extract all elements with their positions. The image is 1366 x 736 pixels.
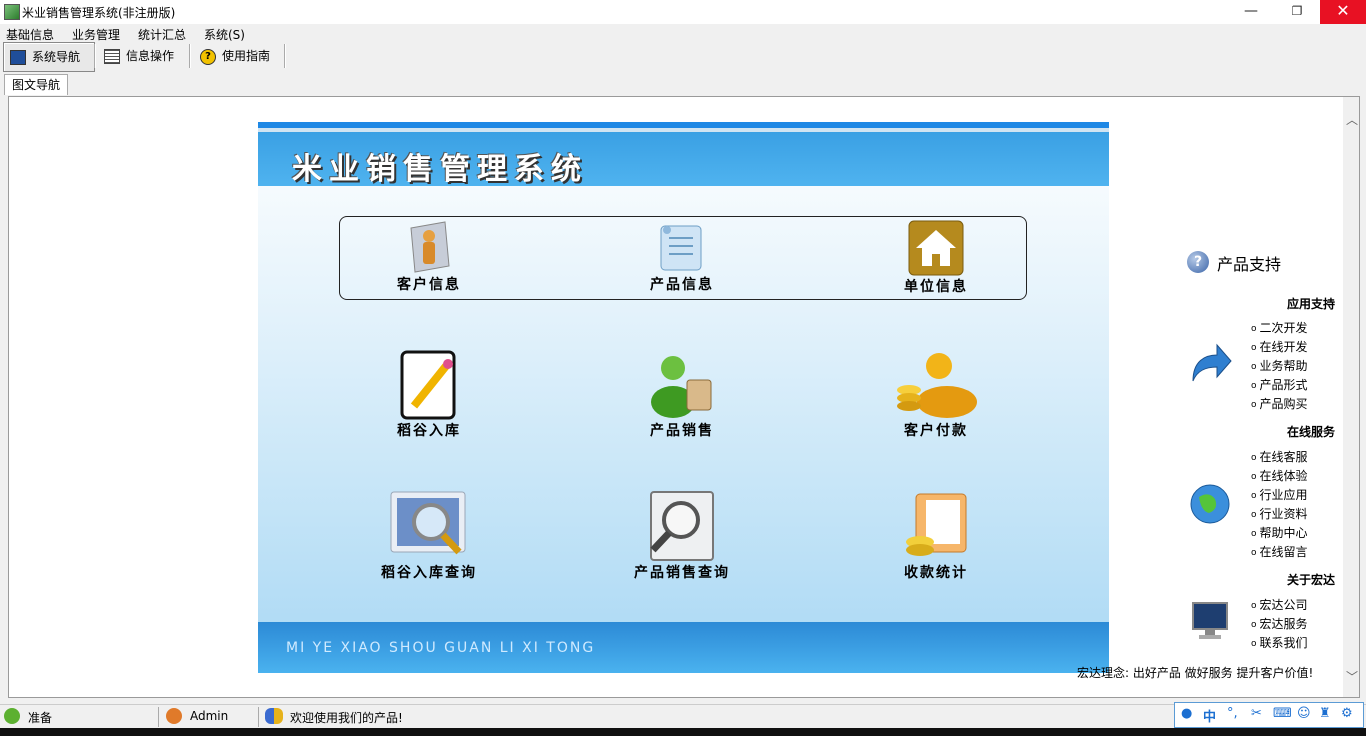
globe-icon bbox=[1189, 483, 1231, 525]
product-sales-query-item[interactable]: 产品销售查询 bbox=[612, 490, 752, 582]
menu-basic-info[interactable]: 基础信息 bbox=[6, 26, 54, 43]
status-welcome: 欢迎使用我们的产品! bbox=[290, 711, 403, 725]
title-bar: 米业销售管理系统(非注册版) — ❐ ✕ bbox=[0, 0, 1366, 24]
tab-row: 图文导航 bbox=[0, 74, 1366, 96]
notepad-icon bbox=[655, 220, 709, 274]
grid-icon bbox=[104, 49, 120, 64]
link-product-purchase[interactable]: 产品购买 bbox=[1251, 395, 1308, 412]
app-support-title: 应用支持 bbox=[1286, 297, 1335, 311]
user-guide-button[interactable]: ? 使用指南 bbox=[200, 42, 280, 70]
info-operation-button[interactable]: 信息操作 bbox=[104, 42, 184, 70]
link-online-message[interactable]: 在线留言 bbox=[1251, 543, 1308, 560]
ready-icon bbox=[4, 708, 20, 724]
ime-keyboard-icon[interactable]: ⌨ bbox=[1273, 706, 1292, 721]
ime-user-icon[interactable]: ● bbox=[1181, 706, 1192, 721]
link-business-help[interactable]: 业务帮助 bbox=[1251, 357, 1308, 374]
customer-info-label: 客户信息 bbox=[397, 277, 461, 293]
link-hongda-service[interactable]: 宏达服务 bbox=[1251, 615, 1308, 632]
customer-payment-label: 客户付款 bbox=[904, 423, 968, 439]
window-title: 米业销售管理系统(非注册版) bbox=[22, 6, 176, 20]
help-circle-icon: ? bbox=[1187, 251, 1209, 273]
link-secondary-dev[interactable]: 二次开发 bbox=[1251, 319, 1308, 336]
product-support-column: ? 产品支持 应用支持 二次开发 在线开发 业务帮助 产品形式 产品购买 在线服… bbox=[1179, 249, 1349, 689]
customer-info-item[interactable]: 客户信息 bbox=[359, 220, 499, 294]
link-industry-data[interactable]: 行业资料 bbox=[1251, 505, 1308, 522]
menu-bar: 基础信息 业务管理 统计汇总 系统(S) bbox=[0, 24, 1366, 42]
system-nav-label: 系统导航 bbox=[32, 50, 81, 64]
link-product-form[interactable]: 产品形式 bbox=[1251, 376, 1308, 393]
maximize-button[interactable]: ❐ bbox=[1274, 0, 1320, 24]
panel-header: 米业销售管理系统 bbox=[258, 132, 1109, 187]
status-user: Admin bbox=[190, 709, 229, 723]
rice-inbound-item[interactable]: 稻谷入库 bbox=[359, 350, 499, 440]
company-info-item[interactable]: 单位信息 bbox=[866, 220, 1006, 296]
link-online-trial[interactable]: 在线体验 bbox=[1251, 467, 1308, 484]
tab-graphic-nav[interactable]: 图文导航 bbox=[4, 74, 68, 95]
link-online-dev[interactable]: 在线开发 bbox=[1251, 338, 1308, 355]
person-document-icon bbox=[405, 220, 453, 274]
payment-statistics-label: 收款统计 bbox=[904, 565, 968, 581]
link-help-center[interactable]: 帮助中心 bbox=[1251, 524, 1308, 541]
help-icon: ? bbox=[200, 48, 216, 65]
rice-inbound-query-label: 稻谷入库查询 bbox=[381, 565, 477, 581]
online-service-title: 在线服务 bbox=[1286, 425, 1335, 439]
panel-title: 米业销售管理系统 bbox=[292, 152, 588, 187]
ime-language[interactable]: 中 bbox=[1203, 706, 1216, 725]
status-bar: 准备 Admin 欢迎使用我们的产品! bbox=[0, 704, 1366, 729]
menu-statistics[interactable]: 统计汇总 bbox=[138, 26, 186, 43]
company-info-label: 单位信息 bbox=[904, 279, 968, 295]
monitor-icon bbox=[10, 50, 26, 65]
link-industry-app[interactable]: 行业应用 bbox=[1251, 486, 1308, 503]
product-info-item[interactable]: 产品信息 bbox=[612, 220, 752, 294]
folder-coins-icon bbox=[900, 490, 972, 562]
menu-business[interactable]: 业务管理 bbox=[72, 26, 120, 43]
magnifier-document-icon bbox=[647, 490, 717, 562]
ime-toolbar[interactable]: ● 中 °, ✂ ⌨ ☺ ♜ ⚙ bbox=[1174, 702, 1364, 728]
scroll-up-icon[interactable]: ︿ bbox=[1346, 111, 1358, 128]
panel-footer: MI YE XIAO SHOU GUAN LI XI TONG bbox=[258, 622, 1109, 673]
shopper-icon bbox=[649, 350, 715, 420]
link-online-cs[interactable]: 在线客服 bbox=[1251, 448, 1308, 465]
coins-person-icon bbox=[893, 350, 979, 420]
minimize-button[interactable]: — bbox=[1228, 0, 1274, 24]
product-sales-item[interactable]: 产品销售 bbox=[612, 350, 752, 440]
rice-inbound-label: 稻谷入库 bbox=[397, 423, 461, 439]
toolbar: 系统导航 信息操作 ? 使用指南 bbox=[0, 42, 1366, 72]
system-nav-button[interactable]: 系统导航 bbox=[3, 42, 95, 72]
menu-system[interactable]: 系统(S) bbox=[204, 26, 245, 43]
ime-shirt-icon[interactable]: ♜ bbox=[1319, 706, 1331, 721]
panel-footer-text: MI YE XIAO SHOU GUAN LI XI TONG bbox=[286, 640, 596, 656]
payment-statistics-item[interactable]: 收款统计 bbox=[866, 490, 1006, 582]
nav-panel: 米业销售管理系统 客户信息 产品信息 单位信息 稻谷入库 产品销售 客户付款 稻… bbox=[258, 122, 1109, 673]
user-guide-label: 使用指南 bbox=[222, 49, 271, 63]
taskbar bbox=[0, 728, 1366, 736]
user-icon bbox=[166, 708, 182, 724]
ime-settings-icon[interactable]: ⚙ bbox=[1341, 706, 1353, 721]
rice-inbound-query-item[interactable]: 稻谷入库查询 bbox=[359, 490, 499, 582]
status-ready: 准备 bbox=[28, 711, 53, 725]
customer-payment-item[interactable]: 客户付款 bbox=[866, 350, 1006, 440]
product-info-label: 产品信息 bbox=[650, 277, 714, 293]
link-hongda-company[interactable]: 宏达公司 bbox=[1251, 596, 1308, 613]
product-sales-label: 产品销售 bbox=[650, 423, 714, 439]
computer-icon bbox=[1189, 599, 1233, 643]
users-icon bbox=[265, 708, 283, 724]
company-slogan: 宏达理念: 出好产品 做好服务 提升客户价值! bbox=[1077, 666, 1314, 680]
product-support-title: 产品支持 bbox=[1217, 255, 1282, 274]
close-button[interactable]: ✕ bbox=[1320, 0, 1366, 24]
magnifier-picture-icon bbox=[389, 490, 469, 562]
ime-punct-icon[interactable]: °, bbox=[1227, 706, 1238, 721]
house-icon bbox=[908, 220, 964, 276]
arrow-icon bbox=[1187, 341, 1233, 387]
link-contact-us[interactable]: 联系我们 bbox=[1251, 634, 1308, 651]
info-operation-label: 信息操作 bbox=[126, 49, 175, 63]
pencil-document-icon bbox=[398, 350, 460, 420]
product-sales-query-label: 产品销售查询 bbox=[634, 565, 730, 581]
content-area: ︿ ﹀ 米业销售管理系统 客户信息 产品信息 单位信息 稻谷入库 产品销售 客户… bbox=[8, 96, 1360, 698]
app-icon bbox=[4, 4, 20, 20]
ime-scissors-icon[interactable]: ✂ bbox=[1251, 706, 1262, 721]
ime-skin-icon[interactable]: ☺ bbox=[1297, 706, 1311, 721]
about-title: 关于宏达 bbox=[1286, 573, 1335, 587]
